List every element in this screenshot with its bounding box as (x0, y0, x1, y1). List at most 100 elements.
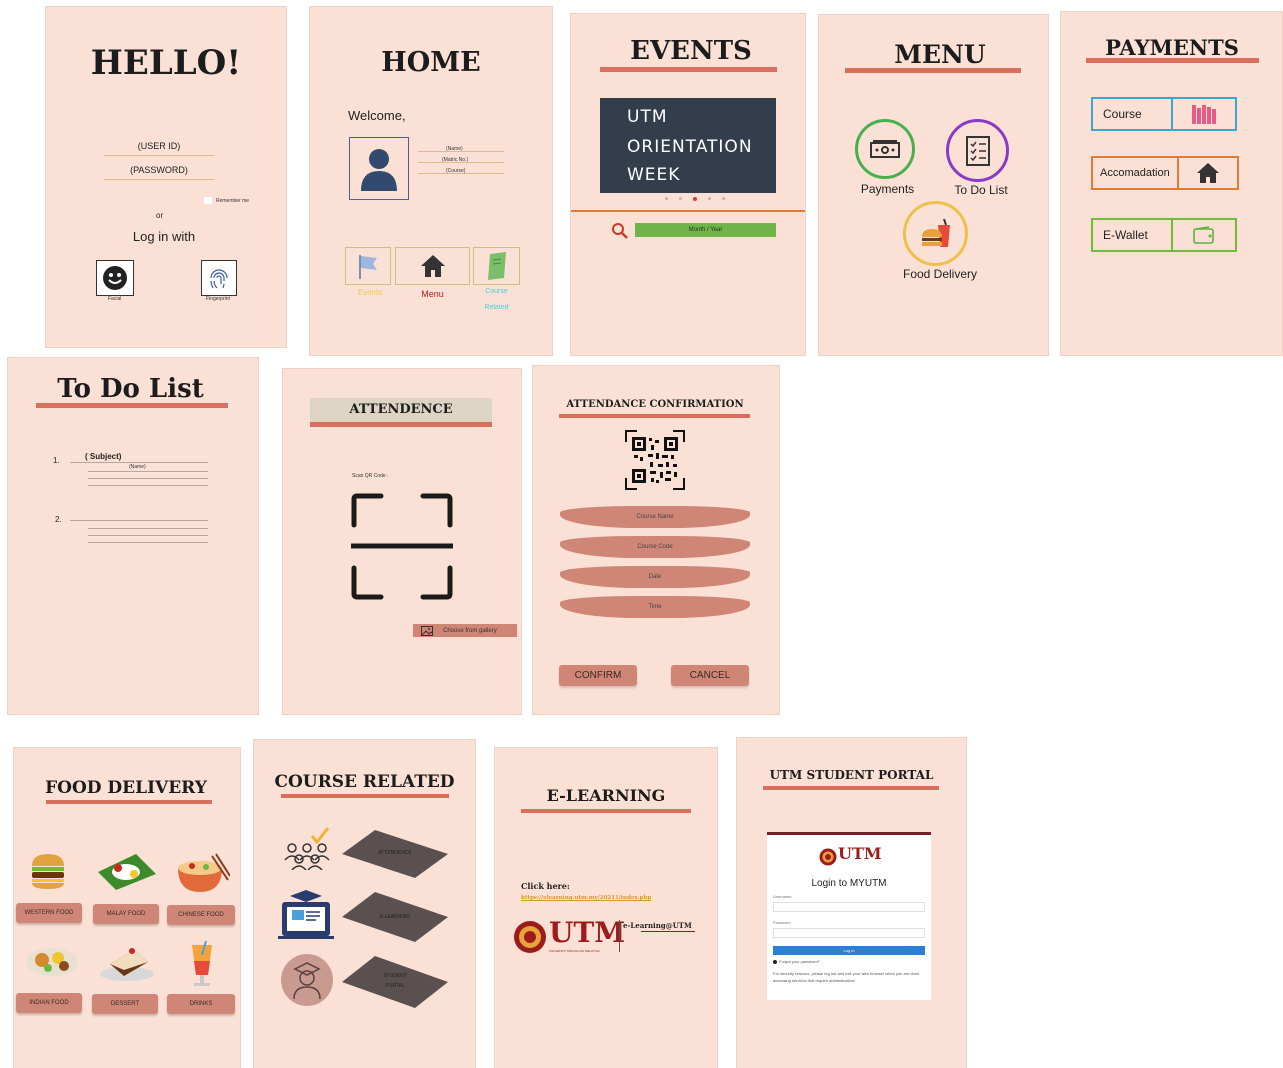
fingerprint-button[interactable] (201, 260, 237, 296)
course-related-title: COURSE RELATED (274, 772, 455, 792)
event-banner[interactable]: UTM ORIENTATION WEEK (600, 98, 776, 193)
qr-scan-frame-icon[interactable] (351, 493, 453, 600)
accommodation-payment-button[interactable]: Accomadation (1091, 156, 1239, 190)
logo-divider (619, 920, 620, 952)
username-input[interactable] (773, 902, 925, 912)
nav-events-button[interactable] (345, 247, 391, 285)
chinese-food-button[interactable]: CHINESE FOOD (167, 905, 235, 925)
nav-course-button[interactable] (473, 247, 520, 285)
cancel-button[interactable]: CANCEL (671, 665, 749, 686)
student-portal-menu-button[interactable]: STUDENT PORTAL (342, 956, 448, 1008)
facial-button[interactable] (96, 260, 134, 296)
students-icon (284, 827, 330, 870)
books-icon (1192, 105, 1216, 124)
portal-title-rule (763, 786, 939, 790)
attendence-screen: ATTENDENCE Scan QR Code : Choose from ga… (283, 369, 521, 714)
user-id-label: (USER ID) (137, 141, 181, 151)
course-payment-icon-wrap (1173, 99, 1235, 129)
todo-title-rule (36, 403, 228, 408)
todo-item-2-line[interactable] (70, 520, 208, 521)
todo-screen: To Do List 1. ( Subject) (Name) 2. (8, 358, 258, 714)
time-field: Time (560, 596, 750, 618)
food-menu-label: Food Delivery (902, 267, 978, 281)
ewallet-payment-icon-wrap (1173, 220, 1235, 250)
payments-title-rule (1086, 58, 1259, 63)
todo-line (88, 478, 208, 479)
attendence-menu-button[interactable]: ATTENDENCE (342, 830, 448, 878)
todo-menu-label: To Do List (954, 183, 1008, 197)
elearning-menu-button[interactable]: E-LEARNING (342, 892, 448, 942)
events-title: EVENTS (630, 36, 752, 66)
nav-course-label-2: Related (484, 304, 509, 311)
course-related-title-rule (281, 794, 449, 798)
portal-utm-logo-text: UTM (838, 844, 882, 863)
hello-screen: HELLO! (USER ID) (PASSWORD) Remember me … (46, 7, 286, 347)
course-line (418, 173, 504, 174)
ewallet-payment-label: E-Wallet (1093, 220, 1173, 250)
food-screen: FOOD DELIVERY WESTERN FOOD MALAY FOOD CH… (14, 748, 240, 1068)
course-related-screen: COURSE RELATED ATTENDENCE E-LEARNING STU… (254, 740, 475, 1068)
todo-menu-button[interactable] (946, 119, 1009, 182)
elearning-screen: E-LEARNING Click here: https://elearning… (495, 748, 717, 1068)
payments-menu-button[interactable] (855, 119, 915, 179)
month-year-filter[interactable]: Month / Year (635, 223, 776, 237)
todo-item-1-subject[interactable]: ( Subject) (85, 452, 121, 461)
events-screen: EVENTS UTM ORIENTATION WEEK Month / Year (571, 14, 805, 355)
drinks-button[interactable]: DRINKS (167, 994, 235, 1014)
choose-gallery-label: Choose from gallery (443, 627, 497, 634)
click-here-label: Click here: (521, 881, 570, 891)
home-screen: HOME Welcome, (Name) (Matric No.) (Cours… (310, 7, 552, 355)
password-label: (PASSWORD) (130, 165, 188, 175)
payments-screen: PAYMENTS Course Accomadation E-Wallet (1061, 12, 1282, 355)
course-payment-button[interactable]: Course (1091, 97, 1237, 131)
portal-screen: UTM STUDENT PORTAL UTM Login to MYUTM Us… (737, 738, 966, 1068)
matric-line (418, 162, 504, 163)
carousel-dot (722, 197, 725, 200)
events-divider (571, 210, 805, 212)
login-button[interactable]: Log in (773, 946, 925, 955)
password-input[interactable] (773, 928, 925, 938)
noodles-icon (178, 853, 230, 892)
malay-food-button[interactable]: MALAY FOOD (93, 904, 159, 924)
utm-crest-icon (819, 848, 837, 866)
facial-label: Facial (108, 296, 122, 302)
choose-gallery-button[interactable]: Choose from gallery (413, 624, 517, 637)
todo-item-2-number: 2. (55, 515, 62, 524)
smiley-icon (103, 266, 127, 290)
carousel-dot-active (693, 197, 697, 201)
remember-checkbox[interactable] (204, 197, 212, 204)
western-food-button[interactable]: WESTERN FOOD (16, 903, 82, 923)
accommodation-payment-icon-wrap (1179, 158, 1237, 188)
elearning-logo-underline (641, 931, 695, 932)
attendence-menu-label: ATTENDENCE (378, 850, 412, 856)
fingerprint-label: Fingerprint (206, 296, 230, 302)
banner-line-3: WEEK (627, 165, 681, 185)
home-icon (420, 255, 445, 277)
forgot-password-link: Forgot your password? (779, 959, 820, 964)
wallet-icon (1193, 226, 1214, 244)
accommodation-payment-label: Accomadation (1093, 158, 1179, 188)
user-id-field[interactable] (104, 155, 214, 156)
elearning-menu-label: E-LEARNING (379, 914, 411, 920)
utm-logo-subtext: UNIVERSITI TEKNOLOGI MALAYSIA (549, 949, 600, 953)
password-field[interactable] (104, 179, 214, 180)
image-icon (421, 625, 433, 636)
student-portal-label-1: STUDENT (383, 973, 407, 979)
flag-icon (359, 255, 377, 279)
indian-food-button[interactable]: INDIAN FOOD (16, 993, 82, 1013)
banner-line-2: ORIENTATION (627, 137, 753, 157)
attendence-title: ATTENDENCE (310, 398, 492, 422)
food-menu-button[interactable] (903, 201, 968, 266)
forgot-password-row[interactable]: Forgot your password? (773, 959, 820, 964)
profile-photo (349, 137, 409, 200)
nav-menu-button[interactable] (395, 247, 470, 285)
date-field: Date (560, 566, 750, 588)
search-icon[interactable] (611, 222, 629, 240)
elearning-link[interactable]: https://elearning.utm.my/20211/index.php (521, 895, 651, 901)
welcome-label: Welcome, (348, 108, 406, 123)
ewallet-payment-button[interactable]: E-Wallet (1091, 218, 1237, 252)
carousel-dots[interactable] (665, 197, 725, 201)
payments-menu-label: Payments (860, 182, 915, 196)
dessert-button[interactable]: DESSERT (92, 994, 158, 1014)
confirm-button[interactable]: CONFIRM (559, 665, 637, 686)
